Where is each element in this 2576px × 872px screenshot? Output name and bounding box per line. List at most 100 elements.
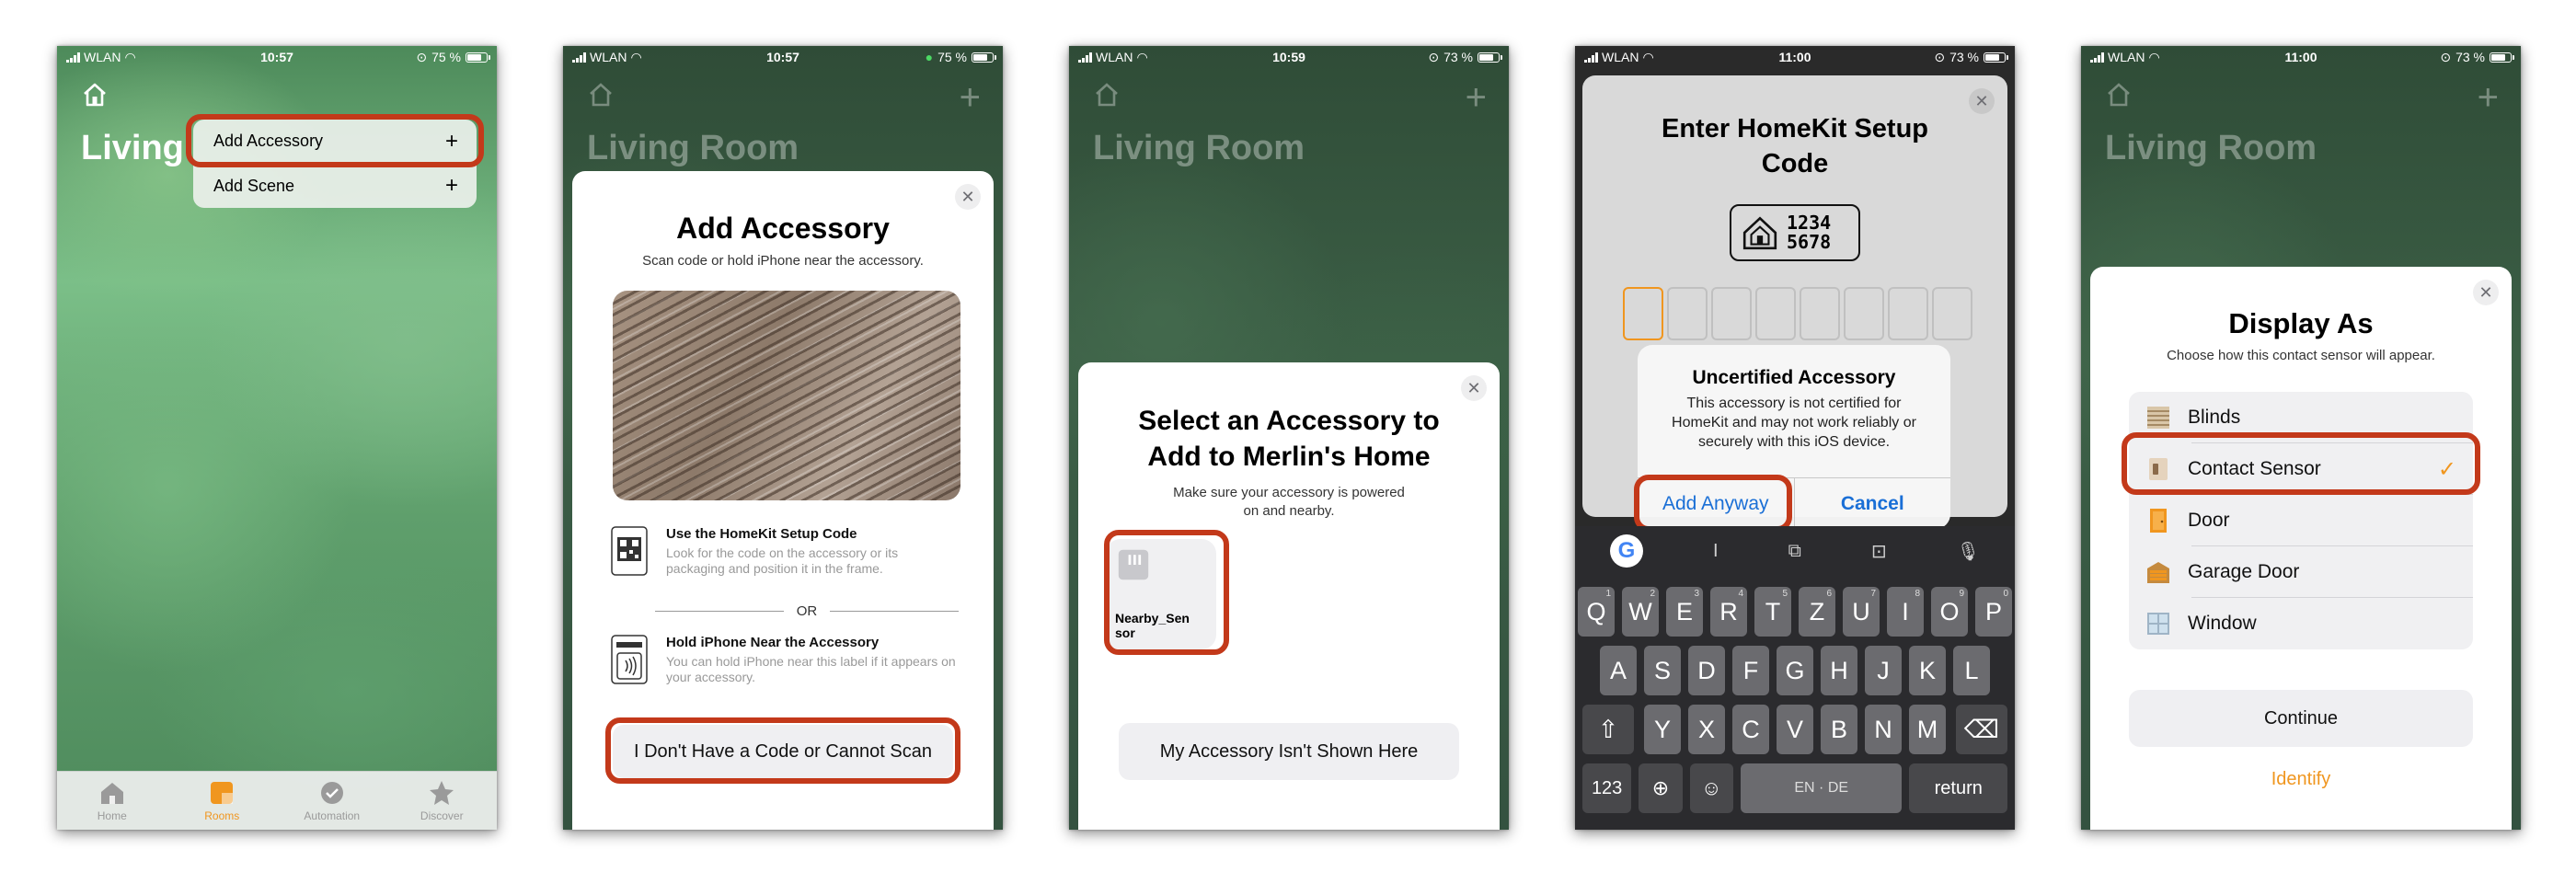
no-code-button[interactable]: I Don't Have a Code or Cannot Scan <box>613 725 953 778</box>
key-f[interactable]: F <box>1732 646 1769 695</box>
key-t[interactable]: 5T <box>1754 587 1791 637</box>
identify-link[interactable]: Identify <box>2090 769 2512 790</box>
wifi-icon: ◠ <box>2148 49 2160 64</box>
key-i[interactable]: 8I <box>1887 587 1924 637</box>
key-y[interactable]: Y <box>1644 705 1681 754</box>
battery-icon <box>1984 52 2008 63</box>
key-m[interactable]: M <box>1909 705 1946 754</box>
keyboard-row: ⇧ YXCVBNM ⌫ <box>1575 705 2015 754</box>
microphone-icon[interactable]: 🎙 <box>1957 540 1980 563</box>
code-digit-field[interactable] <box>1667 287 1708 340</box>
option-contact-sensor[interactable]: Contact Sensor ✓ <box>2129 443 2473 495</box>
key-r[interactable]: 4R <box>1710 587 1747 637</box>
key-n[interactable]: N <box>1865 705 1902 754</box>
key-j[interactable]: J <box>1865 646 1902 695</box>
sheet-subtitle: Make sure your accessory is powered on a… <box>1173 485 1405 520</box>
image-search-icon[interactable]: ⊡ <box>1871 540 1887 563</box>
key-o[interactable]: 9O <box>1931 587 1968 637</box>
key-e[interactable]: 3E <box>1666 587 1703 637</box>
code-digit-field[interactable] <box>1755 287 1796 340</box>
key-v[interactable]: V <box>1777 705 1813 754</box>
add-anyway-button[interactable]: Add Anyway <box>1638 478 1795 529</box>
key-letter: Z <box>1809 597 1825 625</box>
home-icon[interactable] <box>81 81 109 109</box>
key-letter: I <box>1902 597 1909 625</box>
continue-button[interactable]: Continue <box>2129 690 2473 747</box>
code-digit-field[interactable] <box>1844 287 1884 340</box>
tab-label: Rooms <box>204 809 240 822</box>
carrier-label: WLAN <box>590 50 627 64</box>
key-b[interactable]: B <box>1821 705 1857 754</box>
option-blinds[interactable]: Blinds <box>2129 392 2473 443</box>
key-c[interactable]: C <box>1732 705 1769 754</box>
option-label: Garage Door <box>2188 561 2300 582</box>
key-w[interactable]: 2W <box>1622 587 1659 637</box>
translate-icon[interactable]: ⧉ <box>1788 541 1801 562</box>
clock: 11:00 <box>2284 50 2317 64</box>
accessory-name: Nearby_Sensor <box>1115 611 1190 641</box>
sheet-subtitle: Choose how this contact sensor will appe… <box>2167 348 2435 363</box>
home-icon <box>590 83 612 107</box>
return-key[interactable]: return <box>1909 763 2007 813</box>
globe-icon[interactable]: ⊕ <box>1639 763 1683 813</box>
carrier-label: WLAN <box>1602 50 1639 64</box>
code-digit-field[interactable] <box>1800 287 1840 340</box>
key-letter: P <box>1984 597 2002 625</box>
clock: 10:57 <box>766 50 799 64</box>
or-label: OR <box>796 603 818 619</box>
key-s[interactable]: S <box>1644 646 1681 695</box>
plus-icon: + <box>1465 77 1487 118</box>
screen-5-display-as: WLAN ◠ 11:00 ⊙ 73 % + Living Room ✕ Disp… <box>2081 46 2521 830</box>
menu-item-add-scene[interactable]: Add Scene + <box>193 164 477 208</box>
space-key[interactable]: EN · DE <box>1740 763 1903 813</box>
close-icon[interactable]: ✕ <box>2473 280 2499 305</box>
key-h[interactable]: H <box>1821 646 1857 695</box>
option-door[interactable]: Door <box>2129 495 2473 546</box>
code-digit-field[interactable] <box>1932 287 1972 340</box>
camera-viewfinder <box>613 291 960 500</box>
shift-key[interactable]: ⇧ <box>1582 705 1634 754</box>
battery-icon <box>466 52 490 63</box>
add-menu: Add Accessory + Add Scene + <box>193 120 477 208</box>
key-q[interactable]: 1Q <box>1578 587 1615 637</box>
close-icon[interactable]: ✕ <box>1969 88 1995 114</box>
plus-icon: + <box>2477 77 2499 118</box>
key-a[interactable]: A <box>1600 646 1637 695</box>
option-label: Door <box>2188 510 2230 531</box>
key-k[interactable]: K <box>1909 646 1946 695</box>
key-p[interactable]: 0P <box>1975 587 2012 637</box>
tab-automation[interactable]: Automation <box>277 772 387 830</box>
option-label: Blinds <box>2188 407 2241 428</box>
option-garage-door[interactable]: Garage Door <box>2129 546 2473 598</box>
code-digit-field[interactable] <box>1888 287 1928 340</box>
tab-rooms[interactable]: Rooms <box>167 772 278 830</box>
clock: 11:00 <box>1778 50 1811 64</box>
key-g[interactable]: G <box>1777 646 1813 695</box>
numbers-key[interactable]: 123 <box>1582 763 1632 813</box>
key-z[interactable]: 6Z <box>1799 587 1835 637</box>
code-digit-field[interactable] <box>1711 287 1752 340</box>
key-d[interactable]: D <box>1688 646 1725 695</box>
google-icon[interactable]: G <box>1610 534 1643 568</box>
option-window[interactable]: Window <box>2129 598 2473 649</box>
status-bar: WLAN ◠ 11:00 ⊙ 73 % <box>2081 46 2521 68</box>
close-icon[interactable]: ✕ <box>1461 375 1487 401</box>
accessory-tile[interactable]: Nearby_Sensor <box>1106 539 1216 649</box>
close-icon[interactable]: ✕ <box>955 184 981 210</box>
cancel-button[interactable]: Cancel <box>1795 478 1951 529</box>
cursor-icon[interactable]: I <box>1713 541 1719 562</box>
key-l[interactable]: L <box>1953 646 1990 695</box>
tab-discover[interactable]: Discover <box>387 772 498 830</box>
accessory-not-shown-button[interactable]: My Accessory Isn't Shown Here <box>1119 723 1459 780</box>
menu-item-add-accessory[interactable]: Add Accessory + <box>193 120 477 164</box>
key-x[interactable]: X <box>1688 705 1725 754</box>
key-u[interactable]: 7U <box>1843 587 1880 637</box>
tab-home[interactable]: Home <box>57 772 167 830</box>
key-hint: 7 <box>1870 589 1876 599</box>
keyboard-row: 123 ⊕ ☺ EN · DE return <box>1575 763 2015 813</box>
backspace-key[interactable]: ⌫ <box>1956 705 2007 754</box>
signal-icon <box>1584 52 1598 63</box>
emoji-icon[interactable]: ☺ <box>1689 763 1733 813</box>
plus-icon: + <box>959 77 981 118</box>
code-digit-field[interactable] <box>1623 287 1663 340</box>
